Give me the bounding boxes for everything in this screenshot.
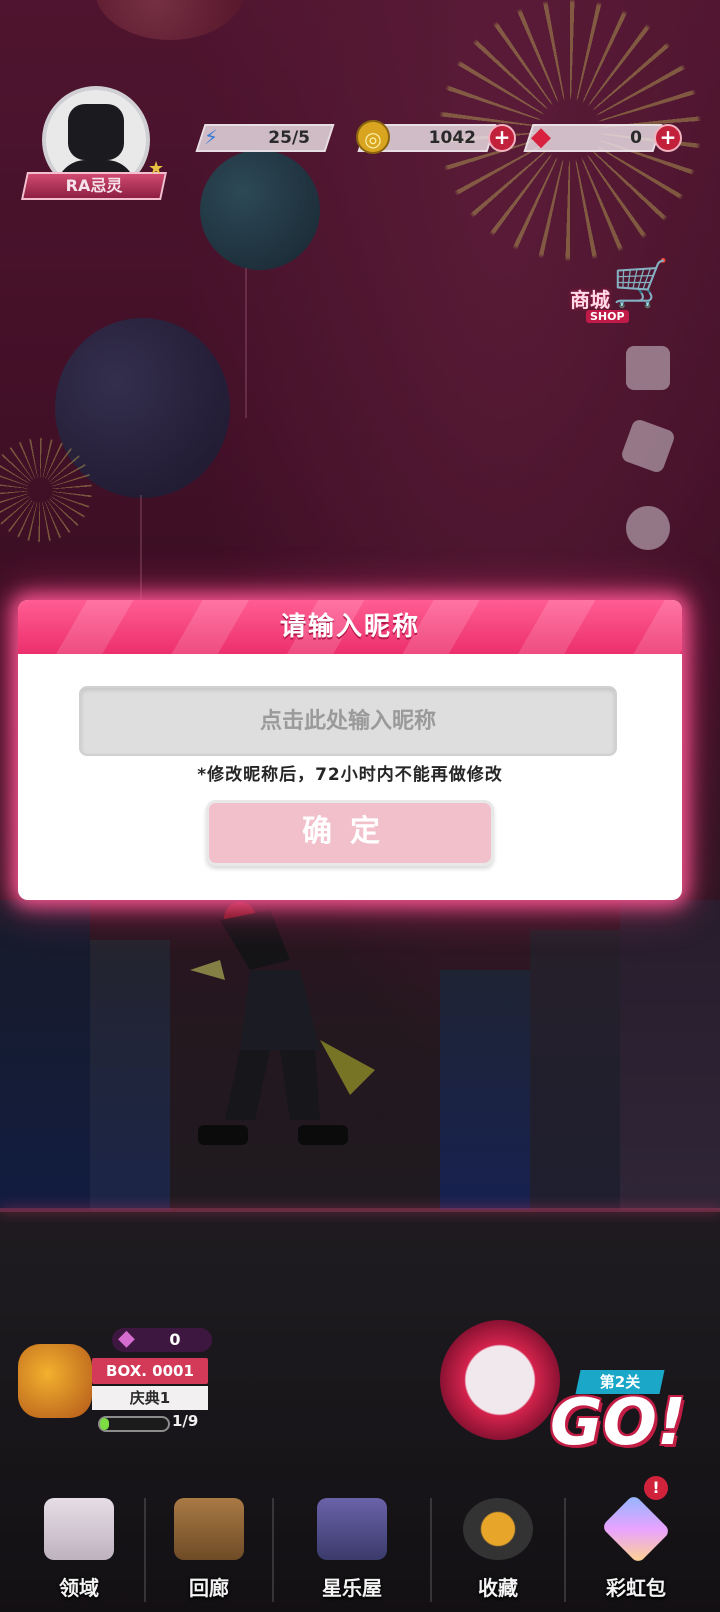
rainbow-pack-icon [600,1493,672,1565]
notification-badge: ! [644,1476,668,1500]
nav-label: 回廊 [189,1576,229,1600]
coin-value: 1042 [428,128,476,148]
mascot-avatar[interactable] [18,1344,92,1418]
player-name: RA忌灵 [65,176,123,195]
nav-item-star-house[interactable]: 星乐屋 [274,1498,430,1602]
avatar-head [68,104,124,160]
star-icon: ★ [148,158,165,179]
add-coin-button[interactable]: + [488,124,516,152]
nav-item-rainbow-pack[interactable]: 彩虹包 [566,1493,706,1602]
coin-icon: ◎ [356,120,390,154]
go-button[interactable]: GO! [548,1386,688,1460]
nickname-dialog: 请输入昵称 *修改昵称后，72小时内不能再做修改 确定 [18,600,682,900]
nav-label: 彩虹包 [606,1576,666,1600]
nav-item-gallery[interactable]: 回廊 [146,1498,272,1602]
box-title[interactable]: BOX. 0001 [92,1358,208,1384]
bottom-nav: 领域 回廊 星乐屋 收藏 彩虹包 [14,1493,706,1602]
dialog-title: 请输入昵称 [279,612,420,642]
nav-item-collection[interactable]: 收藏 [432,1498,564,1602]
shop-label[interactable]: 商城 [570,284,610,313]
ruby-value: 0 [630,128,642,148]
nav-label: 收藏 [478,1576,518,1600]
shop-sub-label: SHOP [586,310,629,323]
nav-label: 领域 [59,1576,99,1600]
stage-badge[interactable] [440,1320,560,1440]
confirm-button[interactable]: 确定 [206,800,494,866]
add-ruby-button[interactable]: + [654,124,682,152]
nickname-notice: *修改昵称后，72小时内不能再做修改 [197,765,503,785]
ruby-icon: ◆ [531,122,551,152]
box-progress-fill [100,1418,109,1430]
nav-label: 星乐屋 [322,1576,382,1600]
gear-icon[interactable] [626,506,670,550]
star-house-icon [317,1498,387,1560]
domain-icon [44,1498,114,1560]
energy-value: 25/5 [268,128,310,148]
box-subtitle: 庆典1 [92,1386,208,1410]
box-progress-text: 1/9 [172,1412,199,1430]
gem-icon: ◆ [118,1326,135,1351]
lightning-icon: ⚡ [203,125,219,149]
gem-count: 0 [169,1330,181,1349]
nickname-input[interactable] [79,686,617,756]
shop-cart-icon[interactable]: 🛒 [612,258,672,308]
friends-icon[interactable] [626,346,670,390]
dialog-header: 请输入昵称 [18,600,682,654]
gallery-icon [174,1498,244,1560]
nav-item-domain[interactable]: 领域 [14,1498,144,1602]
star-collection-icon [463,1498,533,1560]
